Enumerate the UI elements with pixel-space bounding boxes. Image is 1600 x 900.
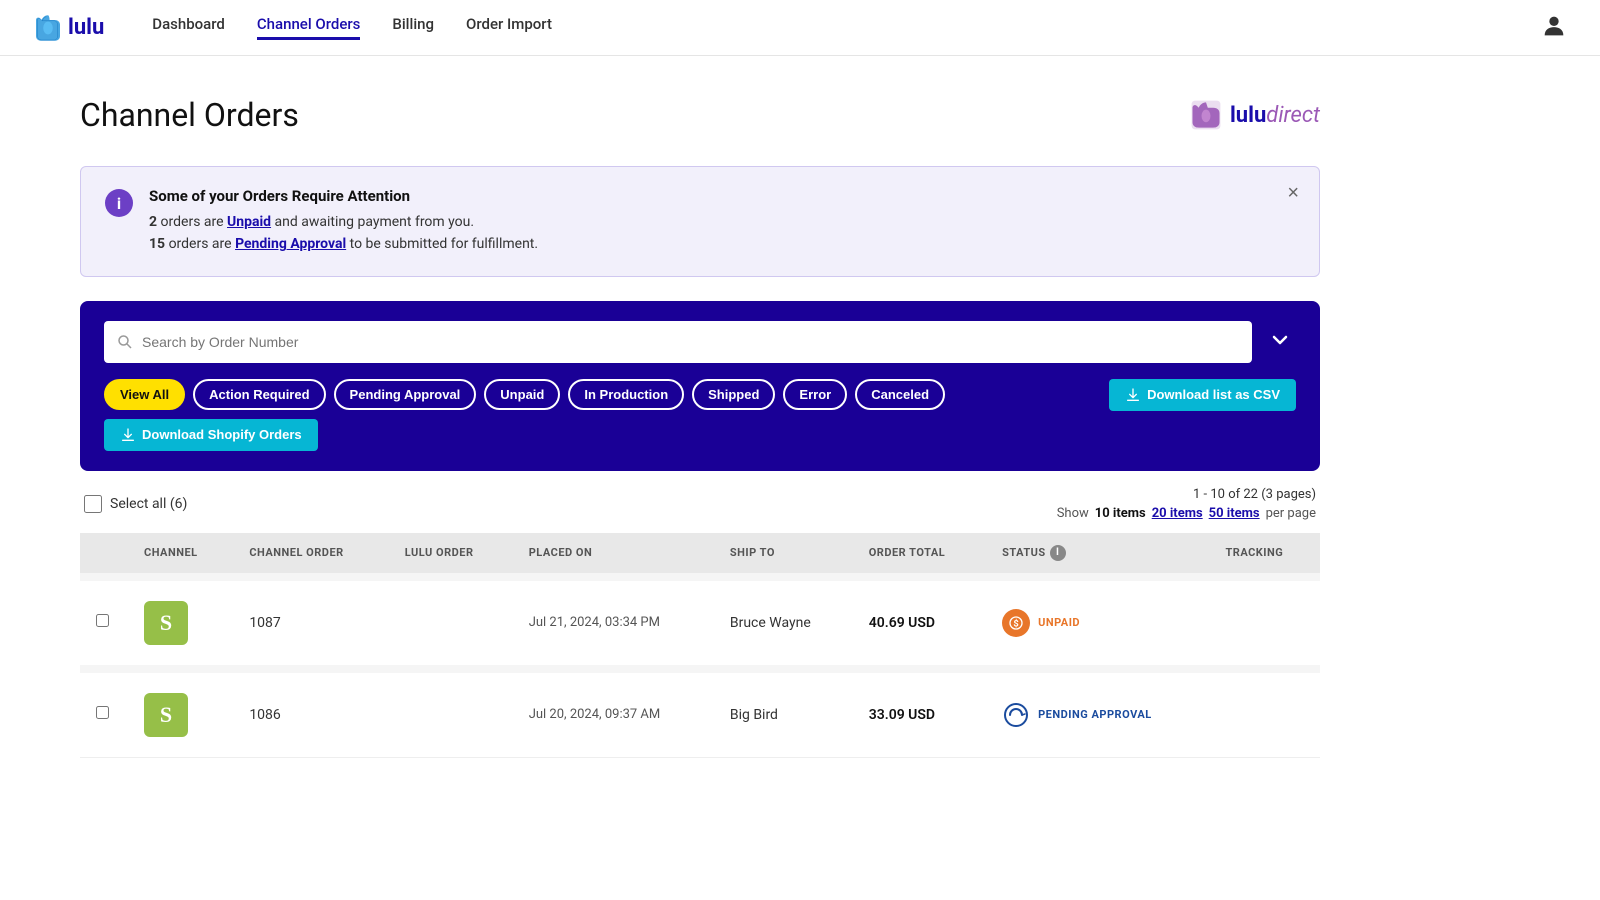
logo[interactable]: lulu	[32, 12, 104, 44]
chip-shipped[interactable]: Shipped	[692, 379, 775, 410]
download-shopify-icon	[120, 427, 136, 443]
status-icon-unpaid: $	[1002, 609, 1030, 637]
row-order-total: 40.69 USD	[853, 577, 986, 669]
select-all-label: Select all (6)	[110, 496, 187, 512]
logo-text: lulu	[68, 15, 104, 40]
search-wrapper	[104, 321, 1252, 363]
items-20-link[interactable]: 20 items	[1152, 506, 1203, 521]
unpaid-link[interactable]: Unpaid	[227, 214, 271, 230]
alert-content: Some of your Orders Require Attention 2 …	[149, 187, 538, 256]
row-placed-on: Jul 21, 2024, 03:34 PM	[513, 577, 714, 669]
alert-pending-line: 15 orders are Pending Approval to be sub…	[149, 233, 538, 255]
navbar: lulu Dashboard Channel Orders Billing Or…	[0, 0, 1600, 56]
status-label-unpaid: UNPAID	[1038, 616, 1080, 629]
row-order-total: 33.09 USD	[853, 669, 986, 758]
select-all-checkbox[interactable]	[84, 495, 102, 513]
row-lulu-order	[389, 577, 513, 669]
row-status: $ UNPAID	[986, 577, 1209, 669]
row-checkbox-cell	[80, 669, 128, 758]
row-placed-on: Jul 20, 2024, 09:37 AM	[513, 669, 714, 758]
nav-order-import[interactable]: Order Import	[466, 15, 552, 40]
nav-dashboard[interactable]: Dashboard	[152, 15, 225, 40]
chip-error[interactable]: Error	[783, 379, 847, 410]
table-controls: Select all (6) 1 - 10 of 22 (3 pages) Sh…	[80, 487, 1320, 521]
row-channel	[128, 577, 233, 669]
svg-text:$: $	[1013, 618, 1018, 629]
filter-bar: View All Action Required Pending Approva…	[80, 301, 1320, 471]
th-ship-to: SHIP TO	[714, 533, 853, 577]
row-checkbox[interactable]	[96, 614, 109, 627]
row-checkbox[interactable]	[96, 706, 109, 719]
row-tracking	[1209, 577, 1320, 669]
row-status: PENDING APPROVAL	[986, 669, 1209, 758]
select-all[interactable]: Select all (6)	[84, 495, 187, 513]
items-50-link[interactable]: 50 items	[1209, 506, 1260, 521]
chip-action-required[interactable]: Action Required	[193, 379, 325, 410]
lulu-direct-text: luludirect	[1230, 103, 1320, 128]
th-channel: CHANNEL	[128, 533, 233, 577]
items-10: 10 items	[1095, 506, 1146, 521]
status-icon-pending	[1002, 701, 1030, 729]
show-label: Show	[1057, 506, 1089, 521]
th-lulu-order: LULU ORDER	[389, 533, 513, 577]
row-checkbox-cell	[80, 577, 128, 669]
per-page-label: per page	[1266, 506, 1316, 521]
table-header: CHANNEL CHANNEL ORDER LULU ORDER PLACED …	[80, 533, 1320, 577]
alert-icon: i	[105, 189, 133, 217]
row-channel-order: 1086	[233, 669, 388, 758]
shopify-channel-icon	[144, 601, 188, 645]
download-csv-button[interactable]: Download list as CSV	[1109, 379, 1296, 411]
pending-approval-link[interactable]: Pending Approval	[235, 236, 346, 252]
nav-links: Dashboard Channel Orders Billing Order I…	[152, 15, 1540, 40]
chip-canceled[interactable]: Canceled	[855, 379, 945, 410]
status-info-icon[interactable]: i	[1050, 545, 1066, 561]
search-row	[104, 321, 1296, 363]
row-ship-to: Bruce Wayne	[714, 577, 853, 669]
th-checkbox	[80, 533, 128, 577]
user-menu[interactable]	[1540, 12, 1568, 44]
alert-close-button[interactable]: ×	[1287, 183, 1299, 203]
download-shopify-button[interactable]: Download Shopify Orders	[104, 419, 318, 451]
page-title: Channel Orders	[80, 96, 299, 134]
table-body: 1087 Jul 21, 2024, 03:34 PM Bruce Wayne …	[80, 577, 1320, 758]
row-tracking	[1209, 669, 1320, 758]
orders-table: CHANNEL CHANNEL ORDER LULU ORDER PLACED …	[80, 533, 1320, 758]
th-channel-order: CHANNEL ORDER	[233, 533, 388, 577]
page-header: Channel Orders luludirect	[80, 96, 1320, 134]
status-cell: PENDING APPROVAL	[1002, 701, 1193, 729]
th-status: STATUS i	[986, 533, 1209, 577]
alert-banner: i Some of your Orders Require Attention …	[80, 166, 1320, 277]
expand-search-button[interactable]	[1264, 324, 1296, 359]
row-channel	[128, 669, 233, 758]
nav-channel-orders[interactable]: Channel Orders	[257, 15, 361, 40]
table-row: 1086 Jul 20, 2024, 09:37 AM Big Bird 33.…	[80, 669, 1320, 758]
chip-pending-approval[interactable]: Pending Approval	[334, 379, 477, 410]
status-cell: $ UNPAID	[1002, 609, 1193, 637]
status-label-pending: PENDING APPROVAL	[1038, 708, 1152, 721]
row-channel-order: 1087	[233, 577, 388, 669]
chip-in-production[interactable]: In Production	[568, 379, 684, 410]
chevron-down-icon	[1268, 328, 1292, 352]
nav-billing[interactable]: Billing	[392, 15, 434, 40]
shopify-channel-icon	[144, 693, 188, 737]
filter-chips: View All Action Required Pending Approva…	[104, 379, 1296, 451]
chip-unpaid[interactable]: Unpaid	[484, 379, 560, 410]
show-row: Show 10 items 20 items 50 items per page	[1057, 506, 1316, 521]
th-tracking: TRACKING	[1209, 533, 1320, 577]
th-placed-on: PLACED ON	[513, 533, 714, 577]
th-order-total: ORDER TOTAL	[853, 533, 986, 577]
search-icon	[116, 333, 134, 351]
main-content: Channel Orders luludirect i Some of your…	[0, 56, 1400, 798]
alert-title: Some of your Orders Require Attention	[149, 187, 538, 205]
chip-view-all[interactable]: View All	[104, 379, 185, 410]
row-ship-to: Big Bird	[714, 669, 853, 758]
row-lulu-order	[389, 669, 513, 758]
table-row: 1087 Jul 21, 2024, 03:34 PM Bruce Wayne …	[80, 577, 1320, 669]
page-range: 1 - 10 of 22 (3 pages)	[1057, 487, 1316, 502]
lulu-direct-logo: luludirect	[1188, 97, 1320, 133]
search-input[interactable]	[142, 334, 1240, 350]
alert-unpaid-line: 2 orders are Unpaid and awaiting payment…	[149, 211, 538, 233]
pagination-info: 1 - 10 of 22 (3 pages) Show 10 items 20 …	[1057, 487, 1316, 521]
download-icon	[1125, 387, 1141, 403]
